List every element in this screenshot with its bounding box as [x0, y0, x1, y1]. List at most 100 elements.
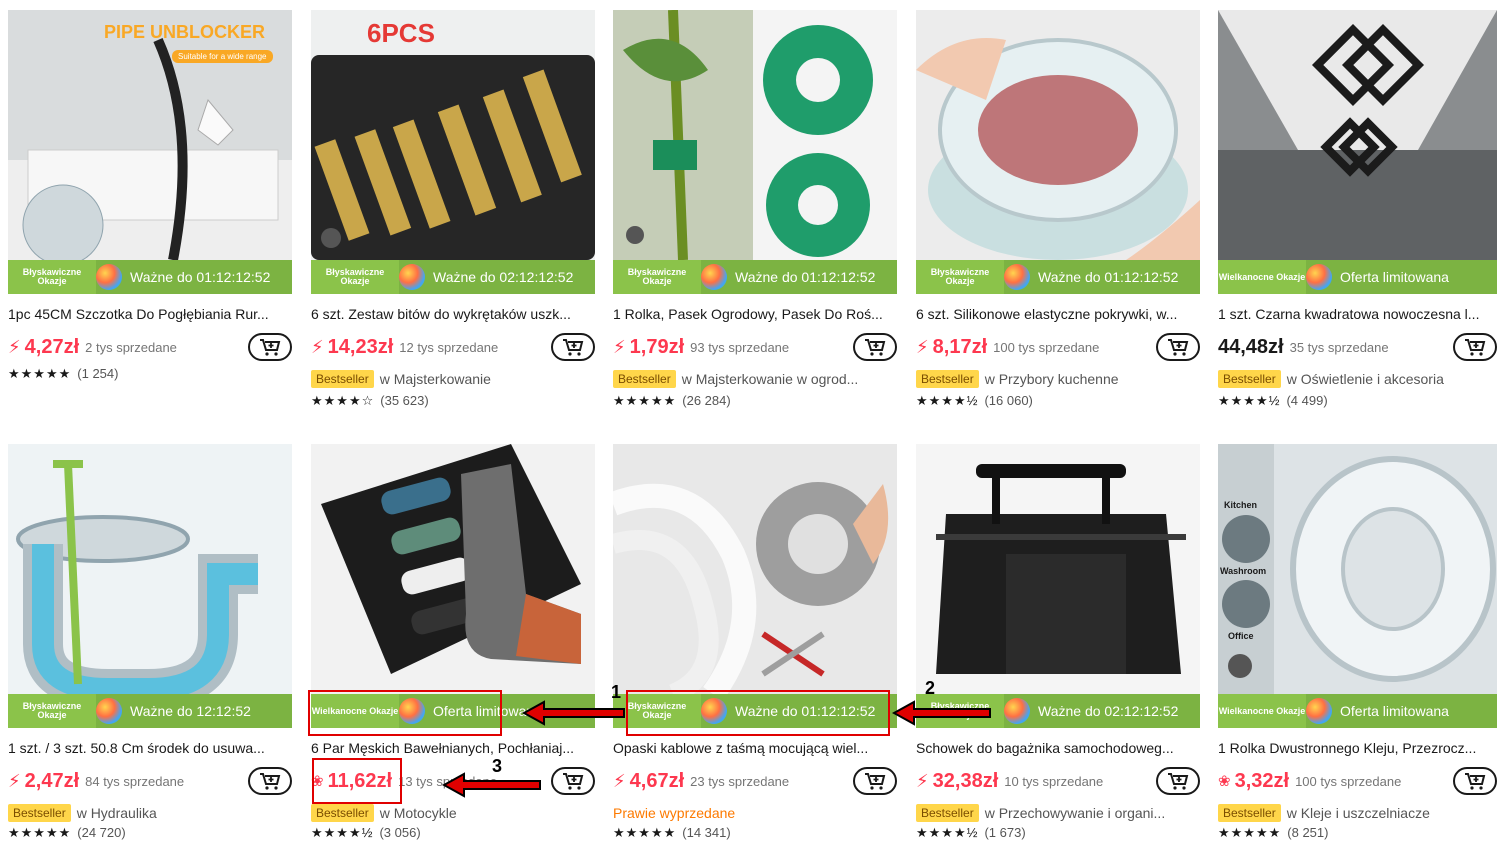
deal-badge: Wielkanocne Okazje: [1218, 260, 1306, 294]
cart-icon: [563, 773, 584, 790]
bolt-icon: ⚡: [916, 336, 929, 357]
product-image[interactable]: [916, 10, 1200, 260]
bestseller-badge: Bestseller: [916, 804, 979, 822]
cart-icon: [1465, 339, 1486, 356]
product-title[interactable]: 6 szt. Silikonowe elastyczne pokrywki, w…: [916, 306, 1200, 322]
balloons-icon: [96, 264, 122, 290]
annotation-box-price: [312, 758, 402, 804]
category-row: Bestseller w Przybory kuchenne: [916, 368, 1119, 390]
deal-banner: Błyskawiczne Okazje Ważne do 01:12:12:52: [613, 260, 897, 294]
add-to-cart-button[interactable]: [551, 767, 595, 795]
product-title[interactable]: 1pc 45CM Szczotka Do Pogłębiania Rur...: [8, 306, 292, 322]
add-to-cart-button[interactable]: [853, 333, 897, 361]
add-to-cart-button[interactable]: [1156, 767, 1200, 795]
deal-badge: Błyskawiczne Okazje: [8, 260, 96, 294]
annotation-box-limited-offer: [308, 690, 502, 736]
cart-icon: [865, 773, 886, 790]
price-row: ⚡ 14,23zł 12 tys sprzedane: [311, 332, 595, 362]
product-card[interactable]: Błyskawiczne Okazje Ważne do 01:12:12:52…: [613, 444, 897, 843]
sold-count: 35 tys sprzedane: [1289, 339, 1389, 355]
product-card[interactable]: Błyskawiczne Okazje Ważne do 02:12:12:52…: [916, 444, 1200, 843]
product-image[interactable]: 6PCS: [311, 10, 595, 260]
product-price: 4,67zł: [629, 769, 685, 792]
add-to-cart-button[interactable]: [1453, 333, 1497, 361]
product-image[interactable]: [916, 444, 1200, 694]
bestseller-badge: Bestseller: [613, 370, 676, 388]
rating: ★★★★★ (1 254): [8, 366, 118, 382]
product-image[interactable]: [311, 444, 595, 694]
deal-banner-text: Ważne do 02:12:12:52: [1038, 703, 1179, 719]
product-image[interactable]: PIPE UNBLOCKER Suitable for a wide range: [8, 10, 292, 260]
price-row: 44,48zł 35 tys sprzedane: [1218, 332, 1497, 362]
category-link[interactable]: w Motocykle: [380, 805, 457, 821]
product-price: 32,38zł: [932, 769, 999, 792]
balloons-icon: [1306, 698, 1332, 724]
product-card[interactable]: PIPE UNBLOCKER Suitable for a wide range…: [8, 10, 292, 394]
category-row: Bestseller w Majsterkowanie: [311, 368, 491, 390]
product-image[interactable]: [8, 444, 292, 694]
deal-badge: Błyskawiczne Okazje: [613, 260, 701, 294]
rating: ★★★★★ (8 251): [1218, 825, 1328, 841]
rating-stars: ★★★★★: [8, 825, 72, 840]
product-title[interactable]: 1 Rolka Dwustronnego Kleju, Przezrocz...: [1218, 740, 1497, 756]
add-to-cart-button[interactable]: [1453, 767, 1497, 795]
product-image[interactable]: Kitchen Washroom Office: [1218, 444, 1497, 694]
sold-count: 100 tys sprzedane: [993, 339, 1100, 355]
product-image[interactable]: [613, 444, 897, 694]
product-title[interactable]: 1 Rolka, Pasek Ogrodowy, Pasek Do Roś...: [613, 306, 897, 322]
deal-banner: Wielkanocne Okazje Oferta limitowana: [1218, 694, 1497, 728]
rating-stars: ★★★★½: [916, 825, 979, 840]
annotation-arrow-1: [522, 700, 625, 726]
category-link[interactable]: w Przybory kuchenne: [985, 371, 1119, 387]
rating: ★★★★★ (24 720): [8, 825, 126, 841]
product-title[interactable]: 1 szt. Czarna kwadratowa nowoczesna l...: [1218, 306, 1497, 322]
product-card[interactable]: Kitchen Washroom Office Wielkanocne Okaz…: [1218, 444, 1497, 843]
product-card[interactable]: Błyskawiczne Okazje Ważne do 01:12:12:52…: [916, 10, 1200, 410]
deal-badge: Błyskawiczne Okazje: [311, 260, 399, 294]
add-to-cart-button[interactable]: [248, 767, 292, 795]
add-to-cart-button[interactable]: [1156, 333, 1200, 361]
product-card[interactable]: Błyskawiczne Okazje Ważne do 12:12:52 1 …: [8, 444, 292, 843]
product-card[interactable]: 6PCS Błyskawiczne Okazje Ważne do 02:12:…: [311, 10, 595, 410]
category-link[interactable]: w Kleje i uszczelniacze: [1287, 805, 1430, 821]
cart-icon: [1168, 773, 1189, 790]
add-to-cart-button[interactable]: [853, 767, 897, 795]
rating-stars: ★★★★½: [311, 825, 374, 840]
price-row: ⚡ 8,17zł 100 tys sprzedane: [916, 332, 1200, 362]
bestseller-badge: Bestseller: [311, 370, 374, 388]
review-count: (4 499): [1286, 393, 1328, 408]
review-count: (16 060): [984, 393, 1033, 408]
balloons-icon: [701, 264, 727, 290]
product-card[interactable]: Wielkanocne Okazje Oferta limitowana 1 s…: [1218, 10, 1497, 410]
bestseller-badge: Bestseller: [8, 804, 71, 822]
category-link[interactable]: w Oświetlenie i akcesoria: [1287, 371, 1444, 387]
product-card[interactable]: Błyskawiczne Okazje Ważne do 01:12:12:52…: [613, 10, 897, 410]
rating-stars: ★★★★★: [613, 393, 677, 408]
category-row: Bestseller w Oświetlenie i akcesoria: [1218, 368, 1444, 390]
cart-icon: [260, 773, 281, 790]
category-link[interactable]: w Majsterkowanie w ogrod...: [682, 371, 859, 387]
category-link[interactable]: w Hydraulika: [77, 805, 157, 821]
category-row: Bestseller w Przechowywanie i organi...: [916, 802, 1165, 824]
image-overlay-text: PIPE UNBLOCKER: [104, 22, 266, 42]
product-title[interactable]: Opaski kablowe z taśmą mocującą wiel...: [613, 740, 897, 756]
balloons-icon: [96, 698, 122, 724]
deal-banner: Błyskawiczne Okazje Ważne do 01:12:12:52: [8, 260, 292, 294]
product-image[interactable]: [1218, 10, 1497, 260]
price-row: ⚡ 1,79zł 93 tys sprzedane: [613, 332, 897, 362]
bolt-icon: ⚡: [613, 770, 626, 791]
product-title[interactable]: 6 szt. Zestaw bitów do wykrętaków uszk..…: [311, 306, 595, 322]
category-link[interactable]: w Majsterkowanie: [380, 371, 491, 387]
product-image[interactable]: [613, 10, 897, 260]
product-title[interactable]: 1 szt. / 3 szt. 50.8 Cm środek do usuwa.…: [8, 740, 292, 756]
category-row: Bestseller w Majsterkowanie w ogrod...: [613, 368, 858, 390]
image-overlay-subtext: Suitable for a wide range: [172, 50, 273, 63]
category-link[interactable]: w Przechowywanie i organi...: [985, 805, 1166, 821]
review-count: (26 284): [682, 393, 731, 408]
product-title[interactable]: 6 Par Męskich Bawełnianych, Pochłaniaj..…: [311, 740, 595, 756]
add-to-cart-button[interactable]: [248, 333, 292, 361]
rating: ★★★★½ (1 673): [916, 825, 1026, 841]
add-to-cart-button[interactable]: [551, 333, 595, 361]
product-title[interactable]: Schowek do bagażnika samochodoweg...: [916, 740, 1200, 756]
rating: ★★★★½ (3 056): [311, 825, 421, 841]
